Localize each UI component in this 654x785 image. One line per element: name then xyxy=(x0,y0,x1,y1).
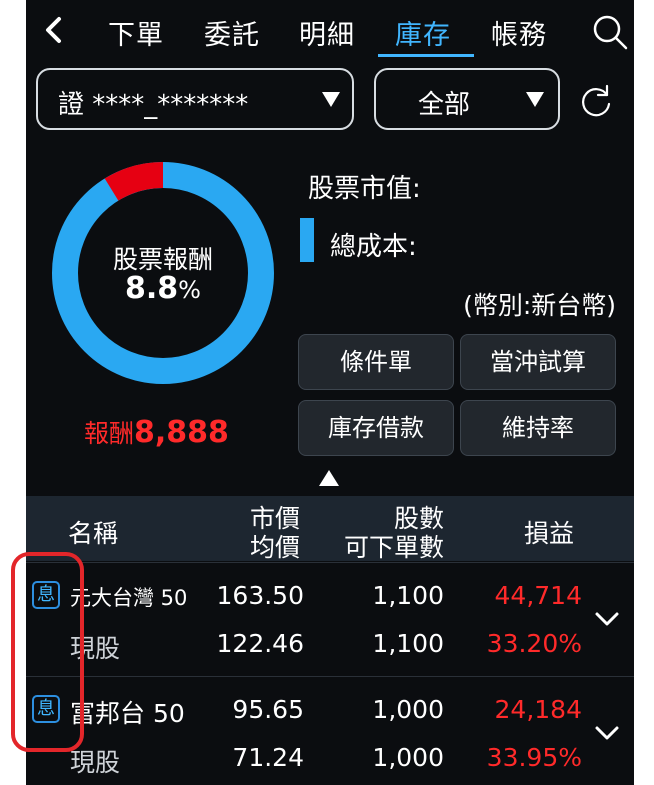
market-value-label: 股票市值: xyxy=(308,174,421,204)
table-header: 名稱 市價 均價 股數 可下單數 損益 xyxy=(26,496,634,562)
maintenance-rate-button[interactable]: 維持率 xyxy=(460,400,616,456)
header-pnl: 損益 xyxy=(524,519,575,548)
caret-down-icon xyxy=(322,92,340,107)
tab-inventory[interactable]: 庫存 xyxy=(395,13,451,52)
refresh-icon[interactable] xyxy=(576,82,614,120)
highlight-annotation xyxy=(11,552,84,752)
header-name: 名稱 xyxy=(68,519,119,548)
table-row[interactable]: 息 元大台灣 50 現股 163.50 122.46 1,100 1,100 4… xyxy=(26,562,634,677)
tab-details[interactable]: 明細 xyxy=(299,13,355,52)
average-price: 122.46 xyxy=(216,629,304,658)
chevron-down-icon[interactable] xyxy=(594,725,620,741)
trade-type: 現股 xyxy=(70,748,121,777)
stock-name: 元大台灣 50 xyxy=(70,586,188,610)
reward-value: 8,888 xyxy=(134,415,229,450)
donut-return-slice xyxy=(104,162,164,201)
shares: 1,100 xyxy=(372,581,444,610)
tab-order[interactable]: 下單 xyxy=(108,13,164,52)
average-price: 71.24 xyxy=(232,743,304,772)
header-avg-price: 均價 xyxy=(250,533,301,562)
reward-label: 報酬 xyxy=(84,419,135,448)
tab-account[interactable]: 帳務 xyxy=(491,13,547,52)
daytrade-calc-button[interactable]: 當沖試算 xyxy=(460,334,616,390)
donut-pct-value: 8.8 xyxy=(125,271,179,306)
market-price: 163.50 xyxy=(216,581,304,610)
currency-note: (幣別:新台幣) xyxy=(463,291,616,320)
active-tab-indicator xyxy=(378,54,474,57)
donut-percentage: 8.8% xyxy=(50,271,276,306)
shares: 1,000 xyxy=(372,695,444,724)
caret-down-icon xyxy=(526,92,544,107)
stock-name: 富邦台 50 xyxy=(70,699,185,728)
pnl-amount: 24,184 xyxy=(494,695,582,724)
chevron-down-icon[interactable] xyxy=(594,611,620,627)
category-select[interactable]: 全部 xyxy=(374,68,560,130)
sellable-shares: 1,100 xyxy=(372,629,444,658)
top-nav: 下單 委託 明細 庫存 帳務 xyxy=(26,0,634,60)
conditional-order-button[interactable]: 條件單 xyxy=(298,334,454,390)
search-icon[interactable] xyxy=(590,12,630,52)
account-select-value: 證 ****_******* xyxy=(58,90,249,120)
reward-amount: 報酬8,888 xyxy=(84,414,229,450)
pnl-amount: 44,714 xyxy=(494,581,582,610)
stock-loan-button[interactable]: 庫存借款 xyxy=(298,400,454,456)
market-price: 95.65 xyxy=(232,695,304,724)
collapse-summary-icon[interactable] xyxy=(319,470,339,486)
app-screen: 下單 委託 明細 庫存 帳務 證 ****_******* 全部 股票報酬 8.… xyxy=(26,0,634,785)
header-sellable: 可下單數 xyxy=(343,533,444,562)
donut-pct-unit: % xyxy=(178,276,201,304)
total-cost-label: 總成本: xyxy=(330,232,417,262)
pnl-percentage: 33.20% xyxy=(486,629,582,658)
chevron-left-icon[interactable] xyxy=(38,14,70,46)
pnl-percentage: 33.95% xyxy=(486,743,582,772)
total-cost-legend-swatch xyxy=(300,218,314,262)
account-select[interactable]: 證 ****_******* xyxy=(36,68,354,130)
sellable-shares: 1,000 xyxy=(372,743,444,772)
table-row[interactable]: 息 富邦台 50 現股 95.65 71.24 1,000 1,000 24,1… xyxy=(26,676,634,785)
tab-orders-status[interactable]: 委託 xyxy=(204,13,260,52)
category-select-value: 全部 xyxy=(418,90,471,120)
